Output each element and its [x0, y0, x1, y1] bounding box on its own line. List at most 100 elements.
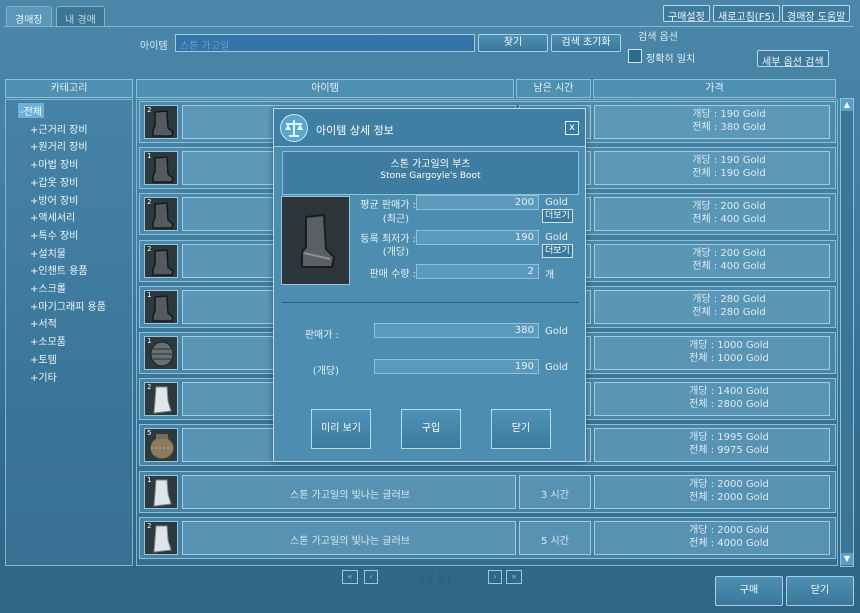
scale-icon: [280, 114, 308, 142]
preview-button[interactable]: 미리 보기: [311, 409, 371, 449]
item-count: 2: [147, 244, 152, 253]
category-item[interactable]: +원거리 장비: [30, 138, 88, 153]
price-info: 개당 : 1000 Gold 전체 : 1000 Gold: [629, 339, 829, 365]
purchase-settings-button[interactable]: 구매설정: [663, 5, 710, 23]
purchase-button[interactable]: 구입: [401, 409, 461, 449]
category-item[interactable]: +마법 장비: [30, 156, 78, 171]
item-count: 1: [147, 152, 152, 161]
prev-page-icon[interactable]: ‹: [364, 570, 378, 584]
category-item[interactable]: +특수 장비: [30, 227, 78, 242]
total-price: 전체 : 1000 Gold: [689, 353, 769, 364]
find-button[interactable]: 찾기: [478, 34, 548, 52]
table-row[interactable]: 1 스톤 가고일의 빛나는 글러브 3 시간 개당 : 2000 Gold 전체 : 2…: [139, 470, 836, 513]
time-header: 남은 시간: [516, 79, 591, 98]
category-item[interactable]: +액세서리: [30, 209, 75, 224]
total-price: 전체 : 380 Gold: [692, 122, 766, 133]
min-more-button[interactable]: 더보기: [542, 244, 573, 258]
reset-search-button[interactable]: 검색 초기화: [551, 34, 621, 52]
next-page-icon[interactable]: ›: [488, 570, 502, 584]
category-item[interactable]: +마기그래피 용품: [30, 298, 106, 313]
item-image: [281, 196, 350, 285]
quantity-label: 판매 수량 :: [369, 269, 416, 280]
search-label: 아이템: [140, 41, 168, 52]
dialog-close-button[interactable]: 닫기: [491, 409, 551, 449]
sale-gold-unit: Gold: [545, 326, 568, 337]
total-price: 전체 : 9975 Gold: [689, 445, 769, 457]
price-info: 개당 : 2000 Gold 전체 : 4000 Gold: [629, 524, 829, 550]
sale-price-label: 판매가 :: [304, 330, 339, 341]
avg-more-button[interactable]: 더보기: [542, 209, 573, 223]
item-thumbnail: 2: [144, 382, 178, 417]
detail-option-search-button[interactable]: 세부 옵션 검색: [757, 50, 829, 68]
category-item[interactable]: +설치물: [30, 245, 66, 260]
price-info: 개당 : 280 Gold 전체 : 280 Gold: [629, 293, 829, 319]
page-indicator: 1 / 61: [417, 571, 453, 585]
tab-divider: [4, 26, 854, 27]
unit-price: 개당 : 1995 Gold: [689, 432, 769, 444]
category-item[interactable]: +방어 장비: [30, 192, 78, 207]
category-item[interactable]: +스크롤: [30, 280, 66, 295]
total-price: 전체 : 4000 Gold: [689, 537, 769, 549]
item-thumbnail: 2: [144, 243, 178, 278]
category-header: 카테고리: [5, 79, 133, 98]
scroll-down-icon[interactable]: ▼: [841, 553, 853, 565]
item-thumbnail: 5: [144, 428, 178, 463]
unit-price-label: (개당): [312, 366, 339, 377]
price-info: 개당 : 200 Gold 전체 : 400 Gold: [629, 247, 829, 273]
dialog-title: 아이템 상세 정보: [316, 124, 394, 137]
scroll-up-icon[interactable]: ▲: [841, 99, 853, 111]
total-price: 전체 : 2000 Gold: [689, 491, 769, 503]
item-thumbnail: 2: [144, 197, 178, 232]
category-item[interactable]: +서적: [30, 315, 57, 330]
table-row[interactable]: 2 스톤 가고일의 빛나는 글러브 5 시간 개당 : 2000 Gold 전체 : 4…: [139, 516, 836, 559]
category-item[interactable]: +소모품: [30, 333, 66, 348]
help-button[interactable]: 경매장 도움말: [782, 5, 851, 23]
unit-price: 개당 : 200 Gold: [692, 201, 766, 213]
unit-price: 개당 : 1000 Gold: [689, 340, 769, 351]
dialog-close-icon[interactable]: x: [565, 121, 579, 135]
buy-button[interactable]: 구매: [715, 576, 783, 606]
category-item[interactable]: +기타: [30, 369, 57, 384]
total-price: 전체 : 280 Gold: [692, 306, 766, 318]
boot-icon: [301, 213, 336, 268]
item-thumbnail: 1: [144, 336, 178, 370]
category-item[interactable]: +인챈트 용품: [30, 262, 88, 277]
scrollbar-track[interactable]: [840, 98, 854, 567]
item-detail-dialog: 아이템 상세 정보 x 스톤 가고일의 부츠 Stone Gargoyle's …: [273, 108, 586, 462]
refresh-button[interactable]: 새로고침(F5): [713, 5, 780, 23]
unit-price: 개당 : 200 Gold: [692, 247, 766, 259]
unit-gold-unit: Gold: [545, 362, 568, 373]
quantity-unit: 개: [545, 270, 555, 281]
tab-my-auction[interactable]: 내 경매: [56, 6, 105, 26]
avg-gold-unit: Gold: [545, 197, 568, 208]
tab-auction[interactable]: 경매장: [6, 6, 52, 26]
price-header: 가격: [593, 79, 836, 98]
exact-match-checkbox[interactable]: [628, 49, 642, 63]
category-item[interactable]: +근거리 장비: [30, 121, 88, 136]
item-thumbnail: 1: [144, 289, 178, 324]
item-count: 1: [147, 290, 152, 299]
item-name: 스톤 가고일의 빛나는 글러브: [290, 535, 410, 547]
item-count: 2: [147, 521, 152, 530]
dialog-divider: [282, 302, 579, 303]
search-options-title: 검색 옵션: [638, 32, 678, 43]
last-page-icon[interactable]: »: [506, 570, 522, 584]
price-info: 개당 : 1995 Gold 전체 : 9975 Gold: [629, 431, 829, 457]
item-count: 1: [147, 337, 152, 345]
unit-price: 개당 : 2000 Gold: [689, 524, 769, 536]
category-item[interactable]: +토템: [30, 351, 57, 366]
price-info: 개당 : 190 Gold 전체 : 380 Gold: [629, 108, 829, 134]
exact-match-label: 정확히 일치: [646, 54, 696, 65]
unit-price: 개당 : 190 Gold: [692, 109, 766, 120]
item-header: 아이템: [136, 79, 514, 98]
unit-price: 개당 : 2000 Gold: [689, 478, 769, 490]
item-thumbnail: 2: [144, 520, 178, 555]
category-item[interactable]: +갑옷 장비: [30, 174, 78, 189]
close-button[interactable]: 닫기: [786, 576, 854, 606]
search-input[interactable]: 스톤 가고일: [175, 34, 475, 52]
first-page-icon[interactable]: «: [342, 570, 358, 584]
category-item[interactable]: -전체: [18, 103, 45, 118]
price-info: 개당 : 2000 Gold 전체 : 2000 Gold: [629, 478, 829, 504]
item-name: 스톤 가고일의 빛나는 글러브: [290, 489, 410, 501]
quantity-field: 2: [416, 264, 539, 279]
